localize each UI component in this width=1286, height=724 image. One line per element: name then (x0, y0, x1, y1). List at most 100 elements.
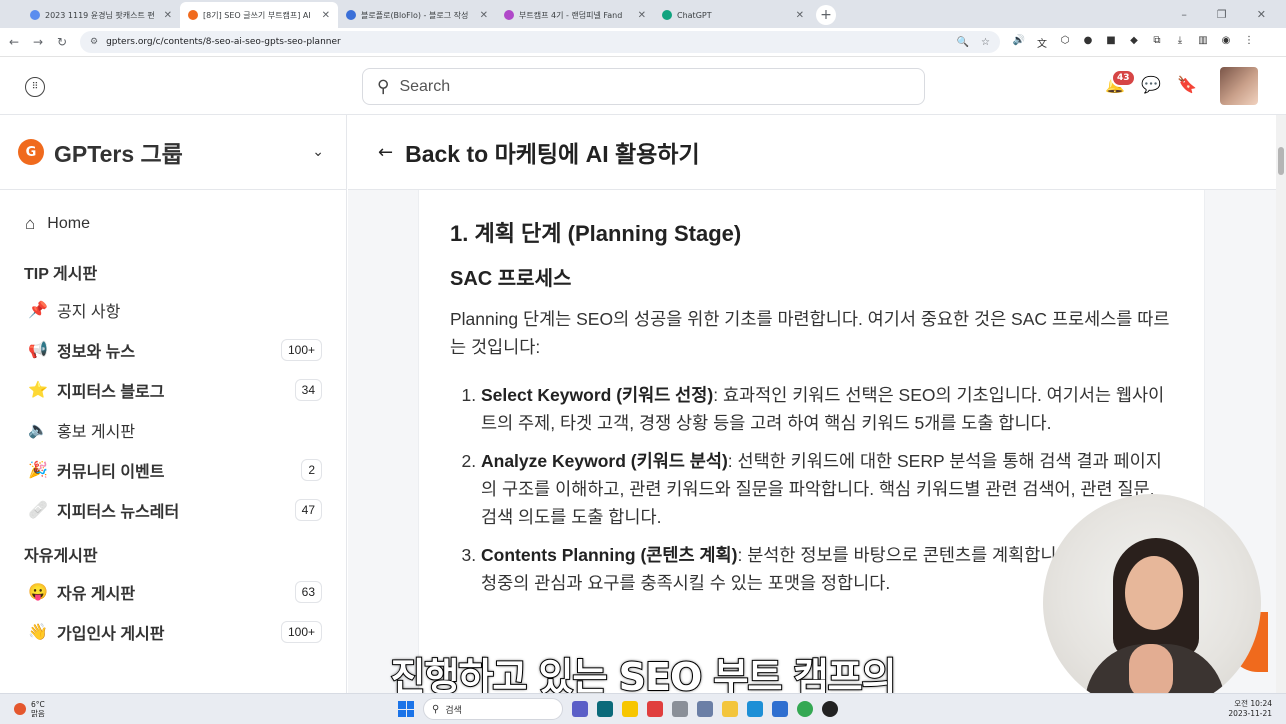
browser-tab[interactable]: 2023 1119 윤경님 팟캐스트 편 ✕ (22, 2, 180, 28)
sidebar-item[interactable]: 🎉 커뮤니티 이벤트 2 (0, 450, 346, 490)
menu-icon[interactable]: ⋮ (1242, 35, 1256, 50)
home-icon: ⌂ (25, 214, 36, 233)
browser-tab-strip: 2023 1119 윤경님 팟캐스트 편 ✕ [8기] SEO 글쓰기 부트캠프] … (0, 0, 1286, 28)
sidebar-item[interactable]: 🔈 홍보 게시판 (0, 410, 346, 450)
tab-title: 2023 1119 윤경님 팟캐스트 편 (45, 10, 155, 20)
chevron-down-icon[interactable]: ⌄ (312, 144, 324, 160)
close-window-icon[interactable]: ✕ (1257, 8, 1266, 21)
back-link-label: Back to 마케팅에 AI 활용하기 (405, 141, 700, 167)
sidebar-section-heading[interactable]: 자유게시판 (0, 536, 346, 572)
edge-icon[interactable] (747, 701, 763, 717)
kakao-icon[interactable] (622, 701, 638, 717)
tab-close-icon[interactable]: ✕ (638, 10, 646, 21)
tab-favicon-icon (346, 10, 356, 20)
folder-icon[interactable] (722, 701, 738, 717)
chrome-icon[interactable] (797, 701, 813, 717)
sidebar-item-label: 가입인사 게시판 (57, 626, 165, 643)
search-box[interactable]: ⚲ (362, 68, 925, 105)
sidebar-section-heading[interactable]: TIP 게시판 (0, 254, 346, 290)
sidebar-emoji-icon: 📌 (28, 302, 48, 319)
teams-icon[interactable] (572, 701, 588, 717)
profile-icon[interactable]: ◉ (1219, 35, 1233, 50)
sidebar-item[interactable]: 📌 공지 사항 (0, 290, 346, 330)
sidebar-item-home[interactable]: ⌂ Home (0, 200, 346, 248)
download-icon[interactable]: ⤓ (1173, 35, 1187, 50)
tab-close-icon[interactable]: ✕ (480, 10, 488, 21)
app-icon[interactable] (822, 701, 838, 717)
tab-title: 부트캠프 4기 - 랜덤피넬 Fand (519, 10, 623, 20)
unread-count-badge: 34 (294, 379, 322, 401)
chat-icon[interactable]: 💬 (1141, 75, 1161, 95)
article-subheading: SAC 프로세스 (450, 268, 572, 290)
app-icon[interactable] (772, 701, 788, 717)
sidebar-item-label: 지피터스 뉴스레터 (57, 504, 180, 521)
calculator-icon[interactable] (697, 701, 713, 717)
back-nav-icon[interactable]: ← (4, 35, 24, 49)
sidepanel-icon[interactable]: ▥ (1196, 35, 1210, 50)
app-icon[interactable] (647, 701, 663, 717)
tab-close-icon[interactable]: ✕ (322, 10, 330, 21)
reload-icon[interactable]: ↻ (52, 35, 72, 49)
sidebar-emoji-icon: 🎉 (28, 462, 48, 479)
restore-icon[interactable]: ❐ (1217, 8, 1227, 21)
sidebar-emoji-icon: 📢 (28, 342, 48, 359)
user-avatar[interactable] (1220, 67, 1258, 105)
browser-tab[interactable]: [8기] SEO 글쓰기 부트캠프] AI ✕ (180, 2, 338, 28)
step-item: Analyze Keyword (키워드 분석): 선택한 키워드에 대한 SE… (481, 447, 1172, 531)
sidebar-emoji-icon: 🩹 (28, 502, 48, 519)
search-icon: ⚲ (377, 76, 390, 97)
scrollbar-thumb[interactable] (1278, 147, 1284, 175)
step-term: Select Keyword (키워드 선정) (481, 385, 714, 405)
step-term: Contents Planning (콘텐츠 계획) (481, 545, 738, 565)
community-name: GPTers 그룹 (54, 141, 183, 167)
community-switcher[interactable]: G GPTers 그룹 ⌄ (0, 115, 346, 190)
url-omnibox[interactable]: ⚙ gpters.org/c/contents/8-seo-ai-seo-gpt… (80, 31, 1000, 53)
tab-close-icon[interactable]: ✕ (796, 10, 804, 21)
translate-icon[interactable]: 文 (1035, 35, 1049, 50)
taskbar-search-label: 검색 (445, 705, 462, 716)
search-input[interactable] (399, 77, 880, 96)
back-link[interactable]: ← Back to 마케팅에 AI 활용하기 (348, 115, 1276, 190)
taskbar-search[interactable]: ⚲ 검색 (423, 698, 563, 720)
apps-grid-icon[interactable]: ⠿ (25, 77, 45, 97)
browser-tab[interactable]: 블로플로(BloFlo) - 블로그 작성 ✕ (338, 2, 496, 28)
page-scrollbar[interactable] (1276, 115, 1286, 693)
site-info-icon[interactable]: ⚙ (90, 37, 98, 47)
sidebar: G GPTers 그룹 ⌄ ⌂ Home TIP 게시판 📌 공지 사항 📢 정보와 뉴… (0, 115, 347, 693)
gpters-logo-icon: G (18, 139, 44, 165)
bookmark-star-icon[interactable]: ☆ (981, 37, 990, 48)
zoom-icon[interactable]: 🔍 (957, 37, 969, 48)
browser-tab[interactable]: ChatGPT ✕ (654, 2, 812, 28)
tab-close-icon[interactable]: ✕ (164, 10, 172, 21)
forward-nav-icon[interactable]: → (28, 35, 48, 49)
sidebar-item[interactable]: 📢 정보와 뉴스 100+ (0, 330, 346, 370)
app-icon[interactable] (597, 701, 613, 717)
bookmark-icon[interactable]: 🔖 (1177, 75, 1197, 95)
sidebar-item[interactable]: 🩹 지피터스 뉴스레터 47 (0, 490, 346, 530)
sidebar-item[interactable]: 😛 자유 게시판 63 (0, 572, 346, 612)
browser-tab[interactable]: 부트캠프 4기 - 랜덤피넬 Fand ✕ (496, 2, 654, 28)
tab-favicon-icon (504, 10, 514, 20)
weather-status: 맑음 (31, 709, 45, 718)
settings-icon[interactable] (672, 701, 688, 717)
windows-start-icon[interactable] (398, 701, 414, 717)
unread-count-badge: 2 (301, 459, 322, 481)
site-header: ⠿ ⚲ 🔔 43 💬 🔖 (0, 57, 1286, 115)
media-icon[interactable]: 🔊 (1012, 35, 1026, 50)
system-clock[interactable]: 오전 10:24 2023-11-21 (1228, 699, 1272, 719)
sidebar-item[interactable]: ⭐ 지피터스 블로그 34 (0, 370, 346, 410)
extension-icon[interactable]: ⬡ (1058, 35, 1072, 50)
extension-icon[interactable]: ◆ (1127, 35, 1141, 50)
puzzle-icon[interactable]: ⧉ (1150, 35, 1164, 50)
extension-icon[interactable]: ■ (1104, 35, 1118, 50)
sidebar-emoji-icon: 🔈 (28, 422, 48, 439)
address-bar: ← → ↻ ⚙ gpters.org/c/contents/8-seo-ai-s… (0, 28, 1286, 57)
sidebar-item-label: Home (47, 215, 90, 232)
weather-widget[interactable]: 6°C 맑음 (0, 700, 45, 718)
extension-icon[interactable]: ● (1081, 35, 1095, 50)
notification-bell-icon[interactable]: 🔔 43 (1105, 69, 1136, 95)
step-term: Analyze Keyword (키워드 분석) (481, 451, 728, 471)
minimize-icon[interactable]: – (1181, 8, 1187, 21)
unread-count-badge: 63 (294, 581, 322, 603)
new-tab-button[interactable]: + (816, 5, 836, 25)
